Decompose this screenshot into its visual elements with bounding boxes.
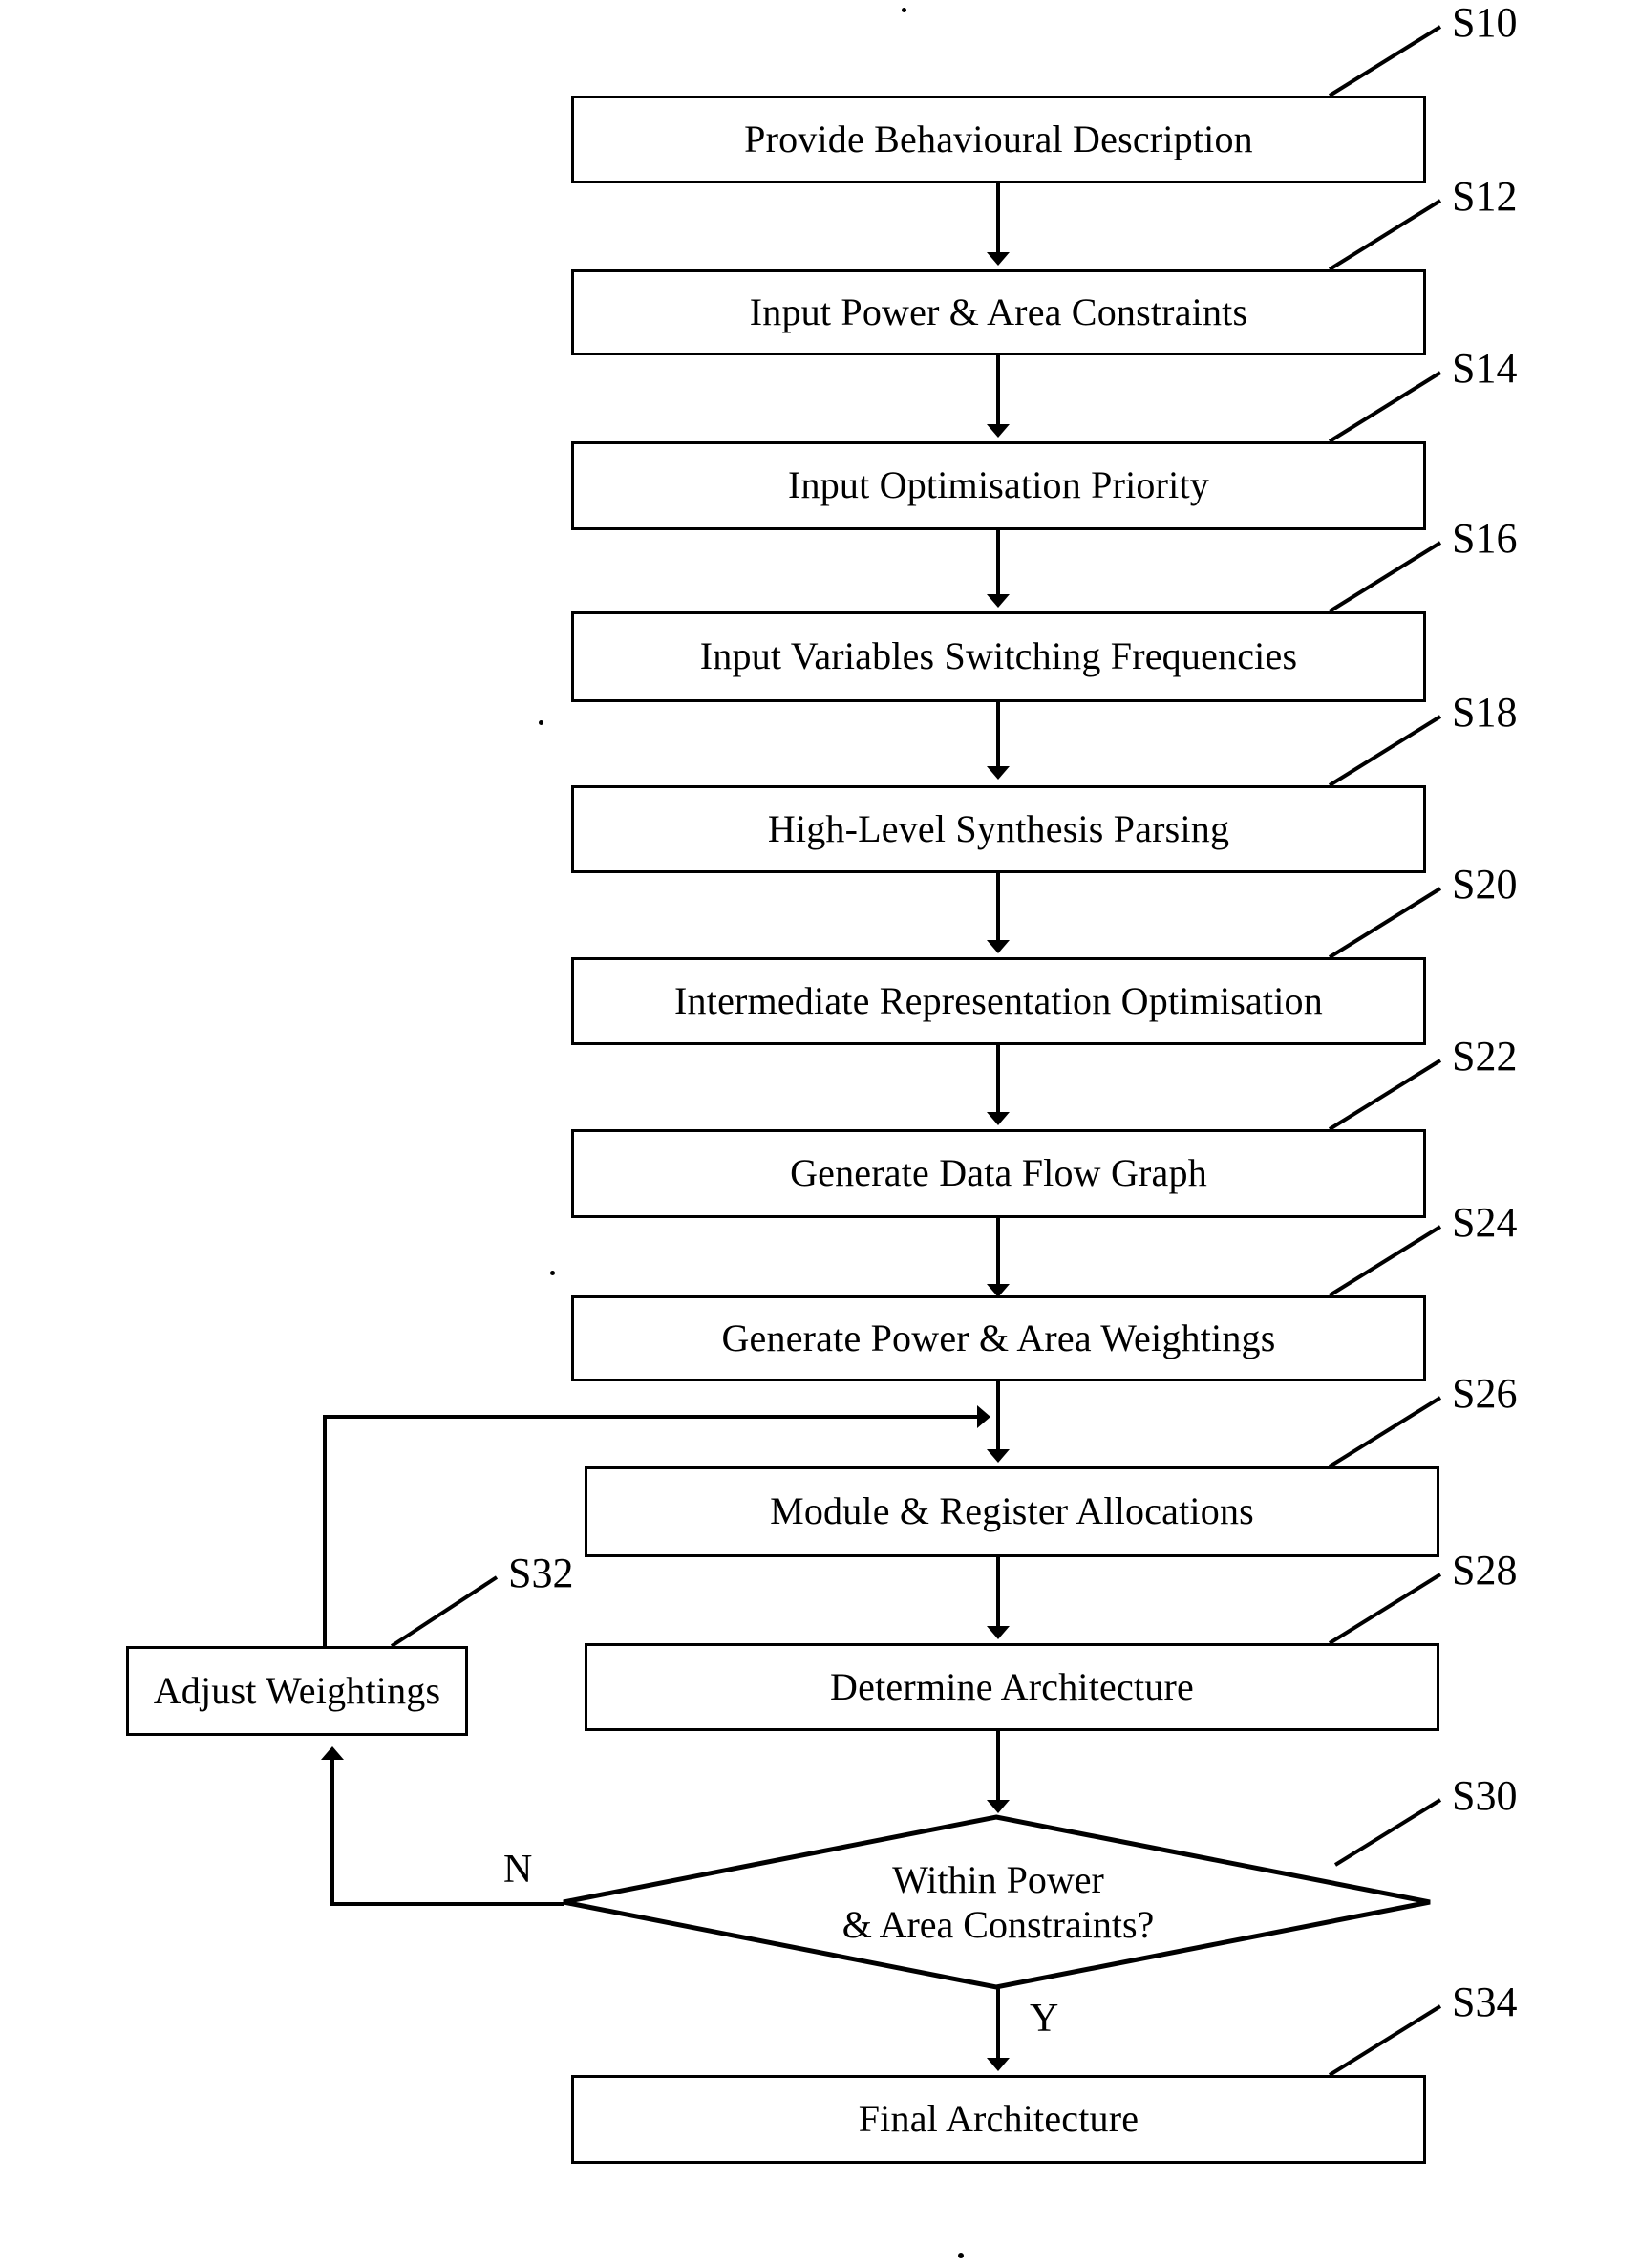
step-label-s30: S30 <box>1452 1772 1518 1819</box>
leader-s26 <box>1328 1396 1442 1468</box>
node-s34-label: Final Architecture <box>858 2097 1139 2141</box>
node-s26-label: Module & Register Allocations <box>770 1489 1254 1533</box>
leader-s34 <box>1328 2004 1442 2077</box>
step-label-s14: S14 <box>1452 345 1518 392</box>
node-s30-label-line1: Within Power <box>892 1857 1104 1901</box>
node-s26[interactable]: Module & Register Allocations <box>585 1466 1439 1557</box>
scan-speck <box>550 1271 555 1275</box>
leader-s22 <box>1328 1059 1442 1131</box>
node-s16-label: Input Variables Switching Frequencies <box>699 634 1298 678</box>
leader-s14 <box>1328 371 1442 443</box>
step-label-s16: S16 <box>1452 515 1518 562</box>
step-label-s32: S32 <box>508 1550 574 1596</box>
step-label-s12: S12 <box>1452 173 1518 220</box>
scan-speck <box>539 720 543 725</box>
step-label-s22: S22 <box>1452 1033 1518 1080</box>
flowchart-canvas: Provide Behavioural Description Input Po… <box>0 0 1640 2268</box>
step-label-s26: S26 <box>1452 1370 1518 1417</box>
node-s22-label: Generate Data Flow Graph <box>790 1151 1207 1195</box>
node-s18-label: High-Level Synthesis Parsing <box>767 806 1230 850</box>
node-s14-label: Input Optimisation Priority <box>788 463 1209 507</box>
node-s12[interactable]: Input Power & Area Constraints <box>571 269 1426 355</box>
node-s10-label: Provide Behavioural Description <box>744 117 1253 160</box>
node-s16[interactable]: Input Variables Switching Frequencies <box>571 611 1426 702</box>
node-s28[interactable]: Determine Architecture <box>585 1643 1439 1731</box>
leader-s12 <box>1328 199 1442 271</box>
step-label-s20: S20 <box>1452 861 1518 908</box>
branch-label-no: N <box>503 1848 533 1892</box>
node-s28-label: Determine Architecture <box>830 1664 1194 1708</box>
node-s30-label-group[interactable]: Within Power & Area Constraints? <box>755 1827 1242 1978</box>
scan-speck <box>902 8 906 12</box>
step-label-s10: S10 <box>1452 0 1518 46</box>
node-s32[interactable]: Adjust Weightings <box>126 1646 468 1736</box>
node-s18[interactable]: High-Level Synthesis Parsing <box>571 785 1426 873</box>
node-s24-label: Generate Power & Area Weightings <box>721 1316 1276 1359</box>
leader-s10 <box>1328 25 1442 97</box>
node-s20[interactable]: Intermediate Representation Optimisation <box>571 957 1426 1045</box>
branch-label-yes: Y <box>1030 1997 1059 2041</box>
leader-s32 <box>390 1575 499 1648</box>
leader-s18 <box>1328 715 1442 787</box>
leader-s28 <box>1328 1573 1442 1645</box>
node-s10[interactable]: Provide Behavioural Description <box>571 96 1426 183</box>
node-s30-label-line2: & Area Constraints? <box>841 1903 1155 1946</box>
leader-s16 <box>1328 541 1442 613</box>
step-label-s24: S24 <box>1452 1199 1518 1246</box>
leader-s20 <box>1328 887 1442 959</box>
node-s32-label: Adjust Weightings <box>153 1668 441 1712</box>
step-label-s34: S34 <box>1452 1979 1518 2025</box>
node-s12-label: Input Power & Area Constraints <box>749 289 1248 333</box>
step-label-s18: S18 <box>1452 689 1518 736</box>
step-label-s28: S28 <box>1452 1547 1518 1594</box>
leader-s30 <box>1333 1798 1442 1867</box>
scan-speck <box>958 2253 964 2258</box>
node-s14[interactable]: Input Optimisation Priority <box>571 441 1426 530</box>
leader-s24 <box>1328 1225 1442 1297</box>
node-s20-label: Intermediate Representation Optimisation <box>674 978 1323 1022</box>
node-s24[interactable]: Generate Power & Area Weightings <box>571 1295 1426 1381</box>
node-s22[interactable]: Generate Data Flow Graph <box>571 1129 1426 1218</box>
node-s34[interactable]: Final Architecture <box>571 2075 1426 2164</box>
